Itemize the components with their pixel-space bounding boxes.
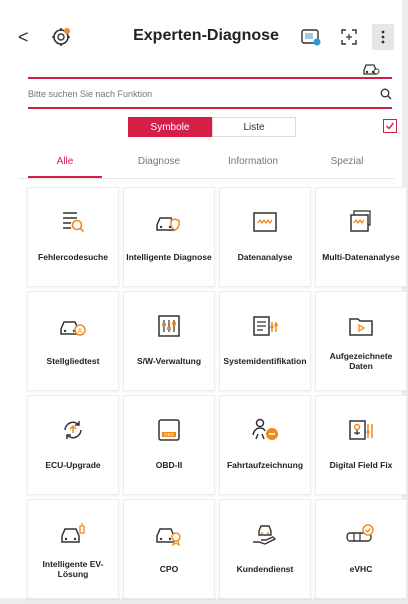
- tile-obd-ii[interactable]: OBD OBD-II: [123, 395, 215, 495]
- tile-sw-verwaltung[interactable]: S/W-Verwaltung: [123, 291, 215, 391]
- tile-intelligente-ev-loesung[interactable]: Intelligente EV-Lösung: [27, 499, 119, 599]
- tile-label: Multi-Datenanalyse: [322, 252, 400, 262]
- evhc-icon: [346, 520, 376, 548]
- search-bottom-line: [28, 107, 392, 109]
- code-search-icon: [60, 208, 86, 236]
- field-fix-icon: [348, 416, 374, 444]
- vci-connection-icon[interactable]: [298, 24, 324, 50]
- system-id-icon: [252, 312, 278, 340]
- svg-text:A: A: [78, 328, 83, 335]
- obd-icon: OBD: [157, 416, 181, 444]
- more-menu-icon[interactable]: [372, 24, 394, 50]
- tile-label: Fehlercodesuche: [38, 252, 108, 262]
- tile-aufgezeichnete-daten[interactable]: Aufgezeichnete Daten: [315, 291, 407, 391]
- view-list-button[interactable]: Liste: [212, 117, 296, 137]
- view-toggle: Symbole Liste: [128, 117, 296, 137]
- service-hand-icon: [251, 520, 279, 548]
- tile-label: OBD-II: [155, 460, 183, 470]
- tile-cpo[interactable]: CPO: [123, 499, 215, 599]
- tab-information[interactable]: Information: [206, 150, 300, 178]
- tile-evhc[interactable]: eVHC: [315, 499, 407, 599]
- tile-intelligente-diagnose[interactable]: Intelligente Diagnose: [123, 187, 215, 287]
- tile-fahrtaufzeichnung[interactable]: Fahrtaufzeichnung: [219, 395, 311, 495]
- search-icon[interactable]: [380, 88, 392, 100]
- search-input[interactable]: [28, 89, 348, 99]
- upgrade-cycle-icon: [60, 416, 86, 444]
- tab-diagnose[interactable]: Diagnose: [112, 150, 206, 178]
- tile-digital-field-fix[interactable]: Digital Field Fix: [315, 395, 407, 495]
- fullscreen-icon[interactable]: [336, 24, 362, 50]
- tile-stellgliedtest[interactable]: A Stellgliedtest: [27, 291, 119, 391]
- tile-label: S/W-Verwaltung: [136, 356, 202, 366]
- tile-label: Datenanalyse: [237, 252, 293, 262]
- vehicle-icon[interactable]: [362, 60, 380, 76]
- tile-ecu-upgrade[interactable]: ECU-Upgrade: [27, 395, 119, 495]
- search-bar: [28, 84, 392, 104]
- tile-datenanalyse[interactable]: Datenanalyse: [219, 187, 311, 287]
- car-badge-icon: [155, 520, 183, 548]
- category-tabs: Alle Diagnose Information Spezial: [18, 150, 394, 178]
- drive-record-icon: [250, 416, 280, 444]
- tile-label: Intelligente Diagnose: [126, 252, 212, 262]
- tile-label: Fahrtaufzeichnung: [226, 460, 304, 470]
- tab-spezial[interactable]: Spezial: [300, 150, 394, 178]
- tile-label: Aufgezeichnete Daten: [329, 351, 393, 371]
- checkmark-icon: [386, 122, 395, 130]
- tile-multi-datenanalyse[interactable]: Multi-Datenanalyse: [315, 187, 407, 287]
- tab-alle[interactable]: Alle: [18, 150, 112, 178]
- svg-text:OBD: OBD: [164, 432, 175, 437]
- header-bar: < Experten-Diagnose: [18, 22, 394, 52]
- folder-play-icon: [348, 312, 374, 340]
- tile-label: ECU-Upgrade: [45, 460, 101, 470]
- tile-label: Intelligente EV-Lösung: [42, 559, 104, 579]
- sliders-icon: [157, 312, 181, 340]
- select-checkbox[interactable]: [383, 119, 397, 133]
- tile-systemidentifikation[interactable]: Systemidentifikation: [219, 291, 311, 391]
- app-frame: < Experten-Diagnose Bitte suchen Sie nac…: [0, 0, 408, 604]
- car-shield-icon: [155, 208, 183, 236]
- tile-label: Digital Field Fix: [329, 460, 393, 470]
- tile-label: Systemidentifikation: [223, 356, 307, 366]
- car-actuator-icon: A: [59, 312, 87, 340]
- tile-label: Kundendienst: [236, 564, 294, 574]
- tile-kundendienst[interactable]: Kundendienst: [219, 499, 311, 599]
- tile-label: Stellgliedtest: [46, 356, 100, 366]
- tile-label: eVHC: [349, 564, 373, 574]
- data-wave-icon: [252, 208, 278, 236]
- ev-battery-icon: [59, 520, 87, 548]
- search-top-line: [28, 77, 392, 79]
- view-symbols-button[interactable]: Symbole: [128, 117, 212, 137]
- function-grid: Fehlercodesuche Intelligente Diagnose Da…: [27, 187, 407, 599]
- multi-data-icon: [348, 208, 374, 236]
- tile-fehlercodesuche[interactable]: Fehlercodesuche: [27, 187, 119, 287]
- tile-label: CPO: [159, 564, 179, 574]
- tab-divider: [18, 178, 394, 179]
